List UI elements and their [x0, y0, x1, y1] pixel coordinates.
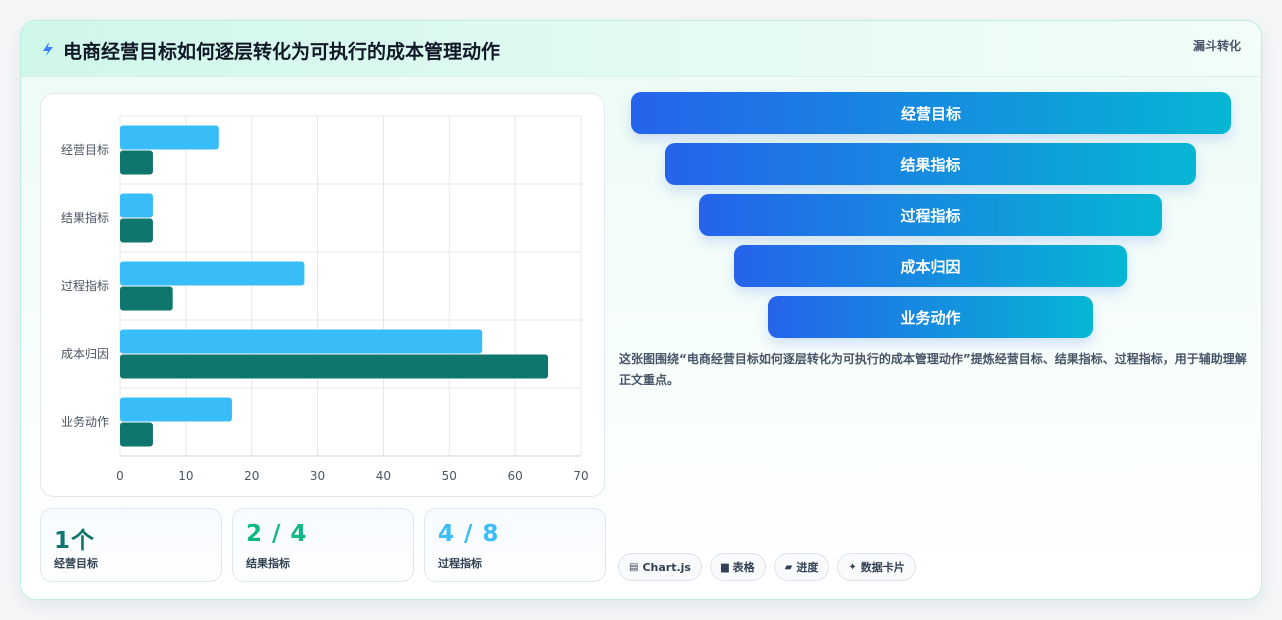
bar-series-1	[120, 397, 232, 422]
x-tick-label: 30	[310, 469, 325, 483]
page-title: 电商经营目标如何逐层转化为可执行的成本管理动作	[63, 41, 501, 63]
sparkle-icon: ✦	[848, 561, 857, 573]
bar-series-1	[120, 329, 483, 354]
funnel-step-goal: 经营目标	[631, 92, 1231, 134]
y-tick-label: 成本归因	[61, 347, 109, 361]
funnel-step-action: 业务动作	[768, 296, 1093, 338]
stat-label: 结果指标	[246, 557, 290, 570]
stat-label: 过程指标	[438, 557, 482, 570]
y-tick-label: 业务动作	[61, 414, 109, 429]
chip-chartjs[interactable]: ▤ Chart.js	[618, 553, 702, 581]
x-tick-label: 50	[442, 469, 457, 483]
funnel-step-result: 结果指标	[665, 143, 1196, 185]
bar-series-2	[120, 422, 153, 447]
bar-chart: 0 10 20 30 40 50 60 70 经营目标结果指标过程指标成本归因业务动作	[61, 115, 589, 483]
table-icon: ▆	[720, 561, 729, 573]
chip-table[interactable]: ▆ 表格	[709, 553, 766, 581]
stat-label: 经营目标	[54, 557, 98, 570]
x-tick-label: 20	[244, 469, 259, 483]
x-tick-label: 0	[116, 469, 124, 483]
y-tick-label: 过程指标	[61, 278, 109, 293]
bar-series-1	[120, 125, 219, 150]
bar-series-2	[120, 354, 549, 379]
chart-icon: ▤	[629, 561, 639, 573]
y-tick-label: 结果指标	[61, 210, 109, 225]
x-tick-label: 60	[508, 469, 523, 483]
stat-value: 4 / 8	[438, 521, 500, 547]
bar-series-2	[120, 150, 153, 175]
chart-type-tag: 漏斗转化	[1192, 39, 1241, 53]
funnel-step-attribution: 成本归因	[734, 245, 1127, 287]
stat-card-process: 4 / 8 过程指标	[424, 508, 606, 582]
progress-icon: ▰	[784, 561, 793, 573]
chip-progress[interactable]: ▰ 进度	[773, 553, 830, 581]
stat-value: 2 / 4	[246, 521, 308, 547]
y-tick-label: 经营目标	[61, 143, 109, 157]
bar-series-1	[120, 193, 153, 218]
tech-chips: ▤ Chart.js ▆ 表格 ▰ 进度 ✦ 数据卡片	[618, 553, 916, 581]
x-tick-label: 70	[573, 469, 588, 483]
lightning-icon	[43, 42, 53, 56]
card-header: 电商经营目标如何逐层转化为可执行的成本管理动作 漏斗转化	[21, 21, 1261, 77]
x-tick-label: 40	[376, 469, 391, 483]
chip-label: 进度	[796, 561, 819, 574]
chip-label: Chart.js	[642, 560, 691, 574]
chart-description: 这张图围绕“电商经营目标如何逐层转化为可执行的成本管理动作”提炼经营目标、结果指…	[619, 352, 1247, 387]
stat-card-goal: 1个 经营目标	[40, 508, 222, 582]
x-tick-label: 10	[178, 469, 193, 483]
bar-series-2	[120, 286, 173, 311]
bar-series-2	[120, 218, 153, 243]
stat-card-result: 2 / 4 结果指标	[232, 508, 414, 582]
stat-value: 1个	[54, 528, 96, 554]
bar-chart-panel: 0 10 20 30 40 50 60 70 经营目标结果指标过程指标成本归因业务动作	[40, 93, 605, 497]
chip-label: 数据卡片	[860, 561, 905, 574]
chip-data-card[interactable]: ✦ 数据卡片	[837, 553, 916, 581]
funnel-step-process: 过程指标	[699, 194, 1162, 236]
bar-series-1	[120, 261, 305, 286]
main-card: 电商经营目标如何逐层转化为可执行的成本管理动作 漏斗转化 0 10 20 30 40 50…	[20, 20, 1262, 600]
chip-label: 表格	[732, 561, 755, 574]
